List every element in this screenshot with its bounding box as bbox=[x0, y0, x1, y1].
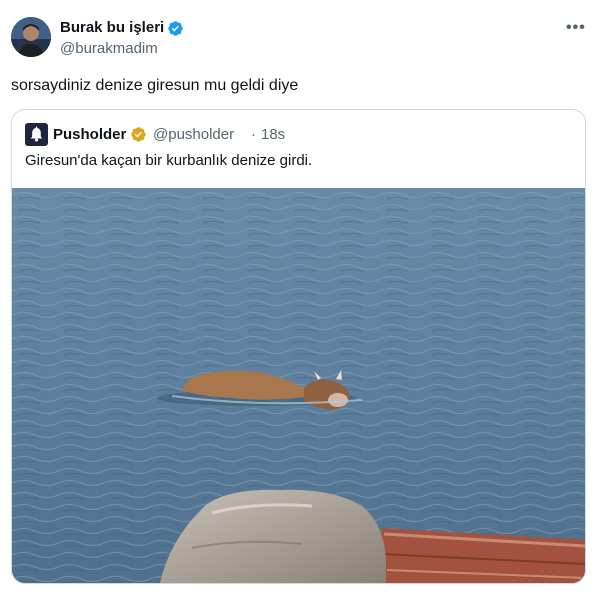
quote-author-handle[interactable]: @pusholder bbox=[153, 125, 234, 145]
avatar[interactable] bbox=[11, 17, 51, 57]
bell-icon bbox=[30, 126, 43, 142]
verified-badge-icon bbox=[168, 21, 183, 36]
quote-card[interactable]: Pusholder @pusholder · 18s Giresun'da ka… bbox=[11, 109, 586, 584]
quote-timestamp[interactable]: 18s bbox=[261, 125, 285, 145]
quote-avatar bbox=[25, 123, 48, 146]
more-icon: ••• bbox=[566, 19, 586, 36]
author-handle[interactable]: @burakmadim bbox=[60, 39, 158, 59]
author-name[interactable]: Burak bu işleri bbox=[60, 18, 164, 38]
avatar-image bbox=[11, 17, 51, 57]
tweet-text: sorsaydiniz denize giresun mu geldi diye bbox=[11, 77, 299, 94]
quote-author-name[interactable]: Pusholder bbox=[53, 125, 126, 145]
gold-verified-badge-icon bbox=[131, 127, 146, 142]
more-button[interactable]: ••• bbox=[566, 18, 586, 38]
quote-photo[interactable] bbox=[12, 188, 585, 583]
quote-separator: · bbox=[251, 126, 256, 143]
quote-text: Giresun'da kaçan bir kurbanlık denize gi… bbox=[25, 152, 313, 169]
